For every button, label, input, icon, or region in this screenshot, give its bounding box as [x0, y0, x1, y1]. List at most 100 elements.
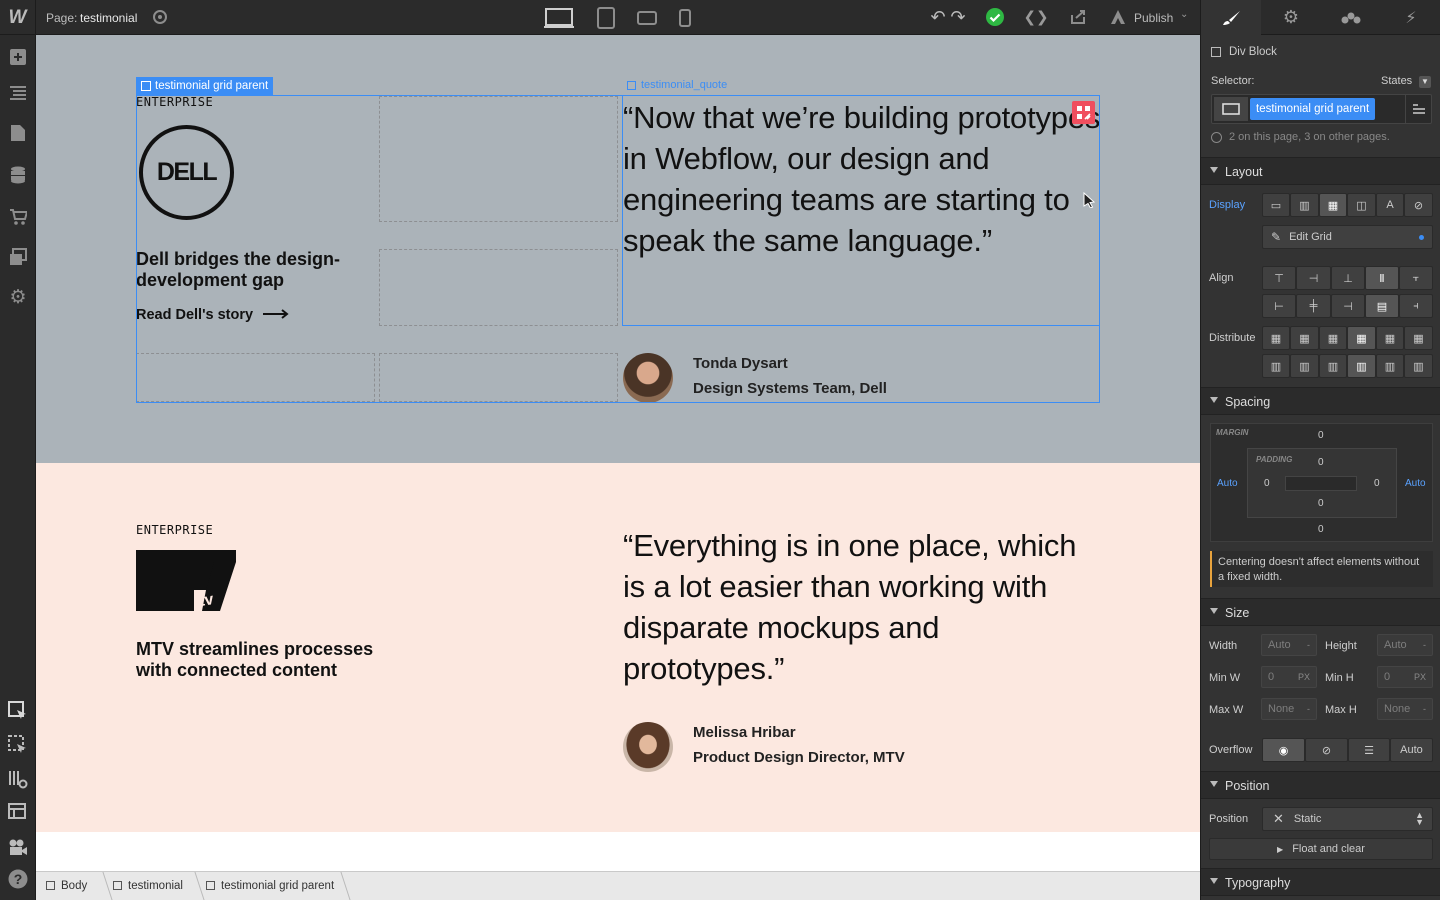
breadcrumb-item-body[interactable]: Body: [46, 880, 87, 892]
spacing-section-header[interactable]: Spacing: [1201, 387, 1440, 415]
position-section-header[interactable]: Position: [1201, 771, 1440, 799]
align-baseline-icon[interactable]: ⫟: [1399, 266, 1433, 290]
designer-canvas[interactable]: ENTERPRISE DELL Dell bridges the design-…: [36, 35, 1200, 871]
display-none-icon[interactable]: ⊘: [1404, 193, 1433, 217]
help-icon[interactable]: ?: [6, 867, 30, 891]
padding-top-value[interactable]: 0: [1318, 457, 1324, 468]
align-stretch-icon[interactable]: Ⅱ: [1365, 266, 1399, 290]
webflow-logo-icon[interactable]: W: [0, 0, 36, 35]
size-section-header[interactable]: Size: [1201, 598, 1440, 626]
preview-eye-icon[interactable]: [148, 6, 172, 28]
assets-icon[interactable]: [6, 245, 30, 269]
settings-gear-icon[interactable]: ⚙: [6, 285, 30, 309]
distribute-center-icon[interactable]: ▦: [1290, 326, 1319, 350]
code-icon[interactable]: ❮❯: [1023, 6, 1048, 28]
justify-center-icon[interactable]: ╪: [1296, 294, 1331, 318]
overflow-auto-button[interactable]: Auto: [1390, 738, 1433, 762]
height-input[interactable]: Auto -: [1377, 634, 1433, 656]
distribute-col-between-icon[interactable]: ▥: [1376, 354, 1404, 378]
align-middle-icon[interactable]: ⊣: [1296, 266, 1331, 290]
cms-database-icon[interactable]: [6, 163, 30, 187]
max-height-input[interactable]: None -: [1377, 698, 1433, 720]
margin-top-value[interactable]: 0: [1318, 430, 1324, 441]
padding-right-value[interactable]: 0: [1374, 478, 1380, 489]
align-top-icon[interactable]: ⊤: [1262, 266, 1296, 290]
guides-icon[interactable]: [6, 801, 30, 825]
testimonial-section-mtv[interactable]: ENTERPRISE tv MTV streamlines processes …: [36, 463, 1200, 832]
selector-options-icon[interactable]: [1405, 95, 1431, 123]
chevron-down-icon[interactable]: ▼: [1419, 76, 1431, 88]
display-block-icon[interactable]: ▭: [1262, 193, 1290, 217]
max-width-input[interactable]: None -: [1261, 698, 1317, 720]
publish-icon[interactable]: [1108, 7, 1128, 27]
position-select[interactable]: ✕ Static ▲ ▼: [1262, 807, 1433, 831]
breadcrumb-item-testimonial[interactable]: testimonial: [113, 880, 183, 892]
distribute-between-icon[interactable]: ▦: [1376, 326, 1404, 350]
distribute-start-icon[interactable]: ▦: [1262, 326, 1290, 350]
display-inline-block-icon[interactable]: ◫: [1347, 193, 1376, 217]
redo-icon[interactable]: ↷: [948, 6, 968, 28]
tab-lightning-icon[interactable]: ⚡: [1381, 0, 1440, 35]
distribute-col-end-icon[interactable]: ▥: [1319, 354, 1347, 378]
edit-grid-button[interactable]: ✎ Edit Grid: [1262, 225, 1433, 249]
justify-right-icon[interactable]: ⊣: [1331, 294, 1365, 318]
distribute-around-icon[interactable]: ▦: [1404, 326, 1433, 350]
check-status-icon[interactable]: [985, 7, 1005, 27]
display-inline-icon[interactable]: A: [1376, 193, 1404, 217]
add-element-icon[interactable]: [6, 45, 30, 69]
min-width-input[interactable]: 0 PX: [1261, 666, 1317, 688]
distribute-stretch-icon[interactable]: ▦: [1347, 326, 1376, 350]
align-bottom-icon[interactable]: ⊥: [1331, 266, 1365, 290]
padding-left-value[interactable]: 0: [1264, 478, 1270, 489]
justify-stretch-icon[interactable]: ▤: [1365, 294, 1399, 318]
page-name[interactable]: testimonial: [80, 11, 137, 25]
selector-field[interactable]: testimonial grid parent: [1211, 94, 1432, 124]
min-height-input[interactable]: 0 PX: [1377, 666, 1433, 688]
distribute-col-around-icon[interactable]: ▥: [1404, 354, 1433, 378]
ecommerce-cart-icon[interactable]: [6, 205, 30, 229]
desktop-breakpoint-icon[interactable]: [540, 4, 578, 32]
overflow-hidden-icon[interactable]: ⊘: [1305, 738, 1348, 762]
breadcrumb-item-grid-parent[interactable]: testimonial grid parent: [206, 880, 334, 892]
undo-icon[interactable]: ↶: [928, 6, 948, 28]
overflow-visible-eye-icon[interactable]: ◉: [1262, 738, 1305, 762]
xray-mode-icon[interactable]: [6, 767, 30, 791]
chevron-down-icon[interactable]: ⌄: [1180, 9, 1188, 20]
tablet-breakpoint-icon[interactable]: [594, 4, 618, 32]
select-cursor-icon[interactable]: [6, 699, 30, 723]
export-icon[interactable]: [1066, 6, 1090, 28]
distribute-end-icon[interactable]: ▦: [1319, 326, 1347, 350]
tab-settings-gear-icon[interactable]: ⚙: [1261, 0, 1321, 35]
overflow-scroll-icon[interactable]: ☰: [1348, 738, 1390, 762]
justify-baseline-icon[interactable]: ⫞: [1399, 294, 1433, 318]
states-dropdown[interactable]: States: [1381, 75, 1412, 87]
distribute-col-start-icon[interactable]: ▥: [1262, 354, 1290, 378]
video-tutorials-icon[interactable]: [6, 835, 30, 859]
grid-settings-icon[interactable]: [1072, 101, 1095, 124]
publish-button[interactable]: Publish: [1134, 11, 1173, 25]
navigator-icon[interactable]: [6, 81, 30, 105]
typography-section-header[interactable]: Typography: [1201, 868, 1440, 896]
margin-right-value[interactable]: Auto: [1405, 478, 1426, 489]
display-grid-icon[interactable]: ▦: [1319, 193, 1347, 217]
display-flex-icon[interactable]: ▥: [1290, 193, 1319, 217]
testimonial-section-dell[interactable]: ENTERPRISE DELL Dell bridges the design-…: [36, 35, 1200, 463]
width-input[interactable]: Auto -: [1261, 634, 1317, 656]
tab-style-brush-icon[interactable]: [1201, 0, 1261, 35]
breadcrumb-separator: [91, 872, 113, 900]
select-region-icon[interactable]: [6, 733, 30, 757]
selected-element-label[interactable]: testimonial grid parent: [136, 77, 274, 95]
padding-bottom-value[interactable]: 0: [1318, 498, 1324, 509]
selector-chip[interactable]: testimonial grid parent: [1250, 98, 1376, 120]
margin-bottom-value[interactable]: 0: [1318, 524, 1324, 535]
distribute-col-center-icon[interactable]: ▥: [1290, 354, 1319, 378]
margin-left-value[interactable]: Auto: [1217, 478, 1238, 489]
float-and-clear-toggle[interactable]: ▶ Float and clear: [1209, 838, 1433, 860]
mobile-portrait-icon[interactable]: [675, 4, 695, 32]
distribute-col-stretch-icon[interactable]: ▥: [1347, 354, 1376, 378]
pages-icon[interactable]: [6, 121, 30, 145]
layout-section-header[interactable]: Layout: [1201, 157, 1440, 185]
mobile-landscape-icon[interactable]: [634, 4, 660, 32]
justify-left-icon[interactable]: ⊢: [1262, 294, 1296, 318]
tab-interactions-drops-icon[interactable]: [1321, 0, 1381, 35]
